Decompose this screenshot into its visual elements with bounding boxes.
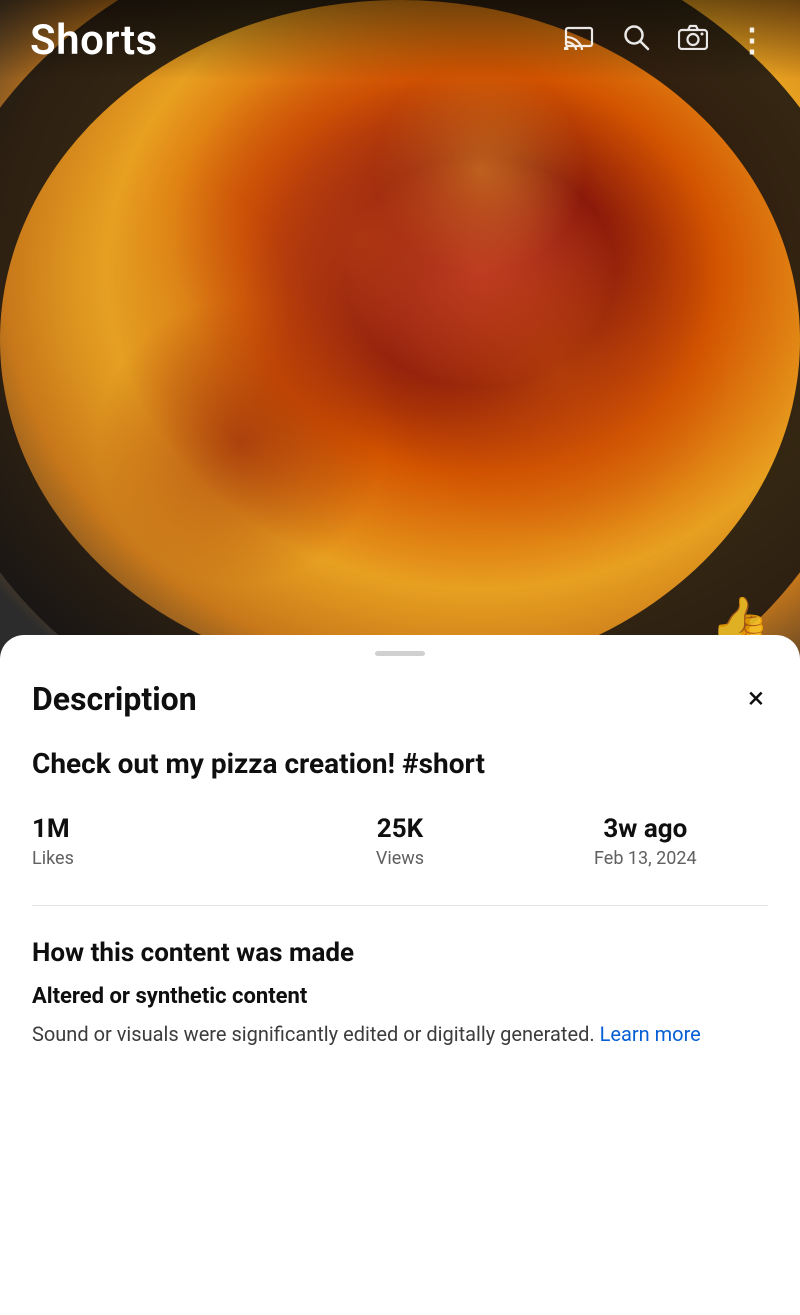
- more-options-icon[interactable]: ⋮: [736, 32, 770, 48]
- video-area[interactable]: 👍: [0, 0, 800, 680]
- header-actions: ⋮: [564, 23, 770, 58]
- video-title: Check out my pizza creation! #short: [32, 746, 768, 782]
- stat-views: 25K Views: [277, 814, 522, 869]
- camera-icon[interactable]: [678, 24, 708, 57]
- cast-icon[interactable]: [564, 24, 594, 57]
- description-sheet: Description × Check out my pizza creatio…: [0, 635, 800, 1315]
- stat-likes: 1M Likes: [32, 814, 277, 869]
- content-desc-text: Sound or visuals were significantly edit…: [32, 1022, 600, 1046]
- video-thumbnail: [0, 0, 800, 680]
- divider: [32, 905, 768, 906]
- search-icon[interactable]: [622, 23, 650, 58]
- stats-row: 1M Likes 25K Views 3w ago Feb 13, 2024: [32, 814, 768, 869]
- sheet-title: Description: [32, 680, 197, 718]
- header: Shorts ⋮: [0, 0, 800, 80]
- content-description: Sound or visuals were significantly edit…: [32, 1019, 768, 1049]
- views-label: Views: [277, 848, 522, 869]
- drag-handle[interactable]: [375, 651, 425, 656]
- date-label: Feb 13, 2024: [523, 848, 768, 869]
- how-made-title: How this content was made: [32, 938, 768, 968]
- likes-label: Likes: [32, 848, 277, 869]
- sheet-header: Description ×: [32, 680, 768, 718]
- content-type-label: Altered or synthetic content: [32, 984, 768, 1009]
- app-title: Shorts: [30, 16, 158, 65]
- close-button[interactable]: ×: [744, 680, 768, 718]
- time-ago-value: 3w ago: [523, 814, 768, 844]
- learn-more-link[interactable]: Learn more: [600, 1022, 701, 1046]
- stat-date: 3w ago Feb 13, 2024: [523, 814, 768, 869]
- likes-value: 1M: [32, 814, 277, 844]
- views-value: 25K: [277, 814, 522, 844]
